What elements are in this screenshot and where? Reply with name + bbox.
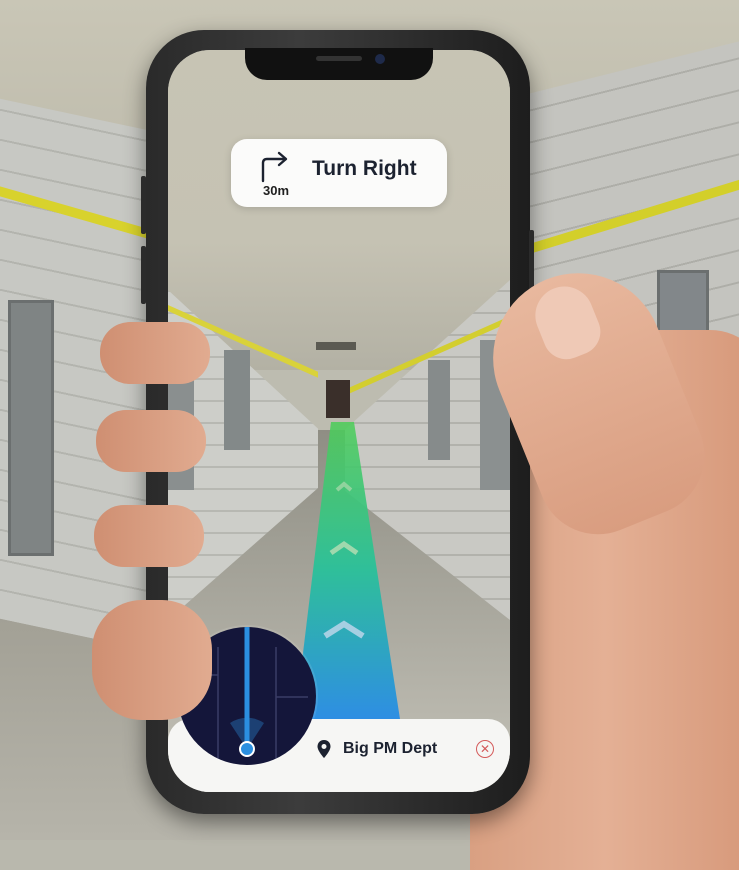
finger-little — [92, 600, 212, 720]
close-navigation-button[interactable]: ✕ — [476, 740, 494, 758]
notch-speaker — [316, 56, 362, 61]
finger-index — [100, 322, 210, 384]
wall-poster-left — [8, 300, 54, 556]
volume-down-button — [141, 246, 146, 304]
phone-screen: 30m Turn Right Big PM Dept ✕ — [168, 50, 510, 792]
phone-notch — [245, 48, 433, 80]
destination-name: Big PM Dept — [343, 740, 438, 757]
location-pin-icon — [317, 740, 331, 758]
close-icon: ✕ — [479, 742, 491, 756]
volume-up-button — [141, 176, 146, 234]
finger-middle — [96, 410, 206, 472]
turn-instruction-card[interactable]: 30m Turn Right — [231, 139, 447, 207]
front-camera — [375, 54, 385, 64]
turn-distance: 30m — [263, 183, 290, 198]
user-location-dot — [239, 741, 255, 757]
turn-right-arrow-icon — [261, 151, 288, 183]
turn-instruction-text: Turn Right — [312, 157, 417, 180]
finger-ring — [94, 505, 204, 567]
